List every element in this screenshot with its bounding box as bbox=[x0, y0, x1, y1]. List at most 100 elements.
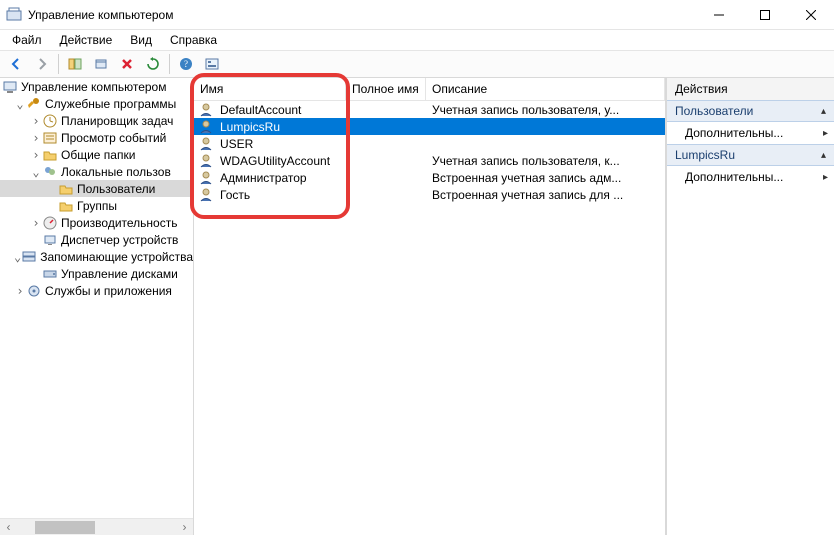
column-name[interactable]: Имя bbox=[194, 78, 346, 100]
horizontal-scrollbar[interactable]: ‹ › bbox=[0, 518, 193, 535]
storage-icon bbox=[21, 249, 37, 265]
tree-label: Производительность bbox=[61, 216, 177, 230]
tree-shared-folders[interactable]: › Общие папки bbox=[0, 146, 193, 163]
user-icon bbox=[198, 153, 214, 169]
tree-label: Запоминающие устройства bbox=[40, 250, 193, 264]
tree-users[interactable]: Пользователи bbox=[0, 180, 193, 197]
expand-icon[interactable]: › bbox=[30, 217, 42, 229]
shared-folder-icon bbox=[42, 147, 58, 163]
tree-pane[interactable]: Управление компьютером ⌄ Служебные прогр… bbox=[0, 78, 194, 535]
help-button[interactable]: ? bbox=[174, 52, 198, 76]
event-icon bbox=[42, 130, 58, 146]
folder-icon bbox=[58, 181, 74, 197]
window-title: Управление компьютером bbox=[28, 8, 696, 22]
toolbar: ? bbox=[0, 50, 834, 78]
menu-file[interactable]: Файл bbox=[4, 31, 50, 49]
computer-icon bbox=[2, 79, 18, 95]
properties-button[interactable] bbox=[89, 52, 113, 76]
toolbar-separator bbox=[58, 54, 59, 74]
chevron-up-icon: ▴ bbox=[821, 150, 826, 161]
user-name: Гость bbox=[220, 188, 250, 202]
tree-disk-management[interactable]: Управление дисками bbox=[0, 265, 193, 282]
expand-icon[interactable]: › bbox=[14, 285, 26, 297]
actions-group-label: Пользователи bbox=[675, 104, 753, 118]
collapse-icon[interactable]: ⌄ bbox=[14, 251, 21, 263]
toolbar-separator bbox=[169, 54, 170, 74]
actions-group-label: LumpicsRu bbox=[675, 148, 735, 162]
list-body[interactable]: DefaultAccountУчетная запись пользовател… bbox=[194, 101, 665, 535]
list-row[interactable]: USER bbox=[194, 135, 665, 152]
scroll-left-icon[interactable]: ‹ bbox=[0, 519, 17, 535]
collapse-icon[interactable]: ⌄ bbox=[14, 98, 26, 110]
column-description[interactable]: Описание bbox=[426, 78, 665, 100]
folder-icon bbox=[58, 198, 74, 214]
column-headers: Имя Полное имя Описание bbox=[194, 78, 665, 101]
close-button[interactable] bbox=[788, 0, 834, 29]
tree-label: Планировщик задач bbox=[61, 114, 173, 128]
user-name: Администратор bbox=[220, 171, 307, 185]
menu-view[interactable]: Вид bbox=[122, 31, 160, 49]
user-icon bbox=[198, 187, 214, 203]
device-icon bbox=[42, 232, 58, 248]
list-row[interactable]: Администратор Встроенная учетная запись а… bbox=[194, 169, 665, 186]
expand-icon[interactable]: › bbox=[30, 132, 42, 144]
tree-groups[interactable]: Группы bbox=[0, 197, 193, 214]
column-fullname[interactable]: Полное имя bbox=[346, 78, 426, 100]
actions-more-1[interactable]: Дополнительны... ▸ bbox=[667, 122, 834, 144]
tree-task-scheduler[interactable]: › Планировщик задач bbox=[0, 112, 193, 129]
minimize-button[interactable] bbox=[696, 0, 742, 29]
list-row[interactable]: LumpicsRu bbox=[194, 118, 665, 135]
collapse-icon[interactable]: ⌄ bbox=[30, 166, 42, 178]
svg-text:?: ? bbox=[184, 59, 188, 69]
list-row[interactable]: WDAGUtilityAccount Учетная запись пользов… bbox=[194, 152, 665, 169]
tree-label: Управление дисками bbox=[61, 267, 178, 281]
arrow-right-icon: ▸ bbox=[823, 172, 828, 183]
menu-help[interactable]: Справка bbox=[162, 31, 225, 49]
actions-item-label: Дополнительны... bbox=[685, 126, 783, 140]
tree-event-viewer[interactable]: › Просмотр событий bbox=[0, 129, 193, 146]
delete-button[interactable] bbox=[115, 52, 139, 76]
actions-group-selected[interactable]: LumpicsRu ▴ bbox=[667, 144, 834, 166]
list-row[interactable]: DefaultAccountУчетная запись пользовател… bbox=[194, 101, 665, 118]
tree-label: Службы и приложения bbox=[45, 284, 172, 298]
actions-spacer bbox=[667, 188, 834, 535]
list-row[interactable]: Гость Встроенная учетная запись для ... bbox=[194, 186, 665, 203]
chevron-up-icon: ▴ bbox=[821, 106, 826, 117]
services-icon bbox=[26, 283, 42, 299]
tree-label: Группы bbox=[77, 199, 117, 213]
back-button[interactable] bbox=[4, 52, 28, 76]
tree-services-apps[interactable]: › Службы и приложения bbox=[0, 282, 193, 299]
menu-action[interactable]: Действие bbox=[52, 31, 121, 49]
user-description: Встроенная учетная запись для ... bbox=[426, 188, 665, 202]
refresh-button[interactable] bbox=[141, 52, 165, 76]
window-buttons bbox=[696, 0, 834, 29]
forward-button[interactable] bbox=[30, 52, 54, 76]
scroll-right-icon[interactable]: › bbox=[176, 519, 193, 535]
user-icon bbox=[198, 102, 214, 118]
expand-icon[interactable]: › bbox=[30, 149, 42, 161]
actions-header: Действия bbox=[667, 78, 834, 100]
app-icon bbox=[6, 7, 22, 23]
user-name: WDAGUtilityAccount bbox=[220, 154, 330, 168]
tree-local-users[interactable]: ⌄ Локальные пользов bbox=[0, 163, 193, 180]
user-description: Встроенная учетная запись адм... bbox=[426, 171, 665, 185]
tree-services-utils[interactable]: ⌄ Служебные программы bbox=[0, 95, 193, 112]
actions-group-users[interactable]: Пользователи ▴ bbox=[667, 100, 834, 122]
actions-more-2[interactable]: Дополнительны... ▸ bbox=[667, 166, 834, 188]
show-hide-tree-button[interactable] bbox=[63, 52, 87, 76]
user-name: USER bbox=[220, 137, 253, 151]
options-button[interactable] bbox=[200, 52, 224, 76]
user-description: Учетная запись пользователя, к... bbox=[426, 154, 665, 168]
maximize-button[interactable] bbox=[742, 0, 788, 29]
tree-label: Управление компьютером bbox=[21, 80, 166, 94]
user-description: Учетная запись пользователя, у... bbox=[426, 103, 665, 117]
tree-storage[interactable]: ⌄ Запоминающие устройства bbox=[0, 248, 193, 265]
scrollbar-thumb[interactable] bbox=[35, 521, 95, 534]
tree-device-manager[interactable]: Диспетчер устройств bbox=[0, 231, 193, 248]
expand-icon[interactable]: › bbox=[30, 115, 42, 127]
arrow-right-icon: ▸ bbox=[823, 128, 828, 139]
tree-root[interactable]: Управление компьютером bbox=[0, 78, 193, 95]
tree-label: Просмотр событий bbox=[61, 131, 166, 145]
tree-performance[interactable]: › Производительность bbox=[0, 214, 193, 231]
actions-item-label: Дополнительны... bbox=[685, 170, 783, 184]
